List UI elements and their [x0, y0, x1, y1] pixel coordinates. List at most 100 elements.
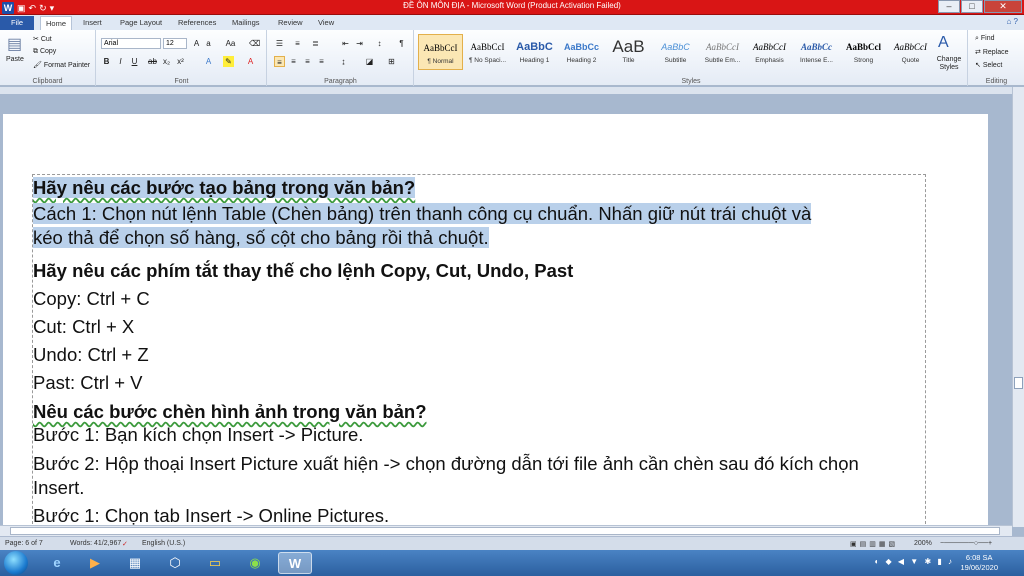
style-title[interactable]: AaB Title [606, 34, 651, 70]
font-group: Arial 12 A a Aa ⌫ B I U ab x₂ x² A ✎ A F… [97, 30, 267, 86]
shortcut-copy: Copy: Ctrl + C [33, 288, 150, 309]
style-intense-emphasis[interactable]: AaBbCc Intense E... [794, 34, 839, 70]
close-button[interactable]: ✕ [984, 0, 1022, 13]
tab-references[interactable]: References [178, 16, 216, 30]
heading-create-table: Hãy nêu các bước tạo bảng trong văn bản? [33, 177, 416, 198]
multilevel-list-icon[interactable]: ≣ [310, 38, 321, 49]
brush-icon: 🖌 [33, 62, 44, 69]
sort-icon[interactable]: ↕ [374, 38, 385, 49]
bullets-icon[interactable]: ☰ [274, 38, 285, 49]
maximize-button[interactable]: □ [961, 0, 983, 13]
style-subtitle[interactable]: AaBbC Subtitle [653, 34, 698, 70]
internet-explorer-icon[interactable]: e [40, 552, 74, 574]
style-normal[interactable]: AaBbCcI ¶ Normal [418, 34, 463, 70]
file-explorer-icon[interactable]: ▭ [198, 552, 232, 574]
zoom-level[interactable]: 200% [914, 540, 932, 547]
tab-page-layout[interactable]: Page Layout [120, 16, 162, 30]
font-color-icon[interactable]: A [245, 56, 256, 67]
grow-font-icon[interactable]: A [191, 38, 202, 49]
replace-button[interactable]: ⇄ Replace [975, 48, 1009, 56]
borders-icon[interactable]: ⊞ [386, 56, 397, 67]
tab-file[interactable]: File [0, 16, 34, 30]
scissors-icon: ✂ [33, 36, 41, 43]
language-indicator[interactable]: English (U.S.) [142, 540, 185, 547]
help-icon[interactable]: ⌂ ? [1006, 17, 1018, 26]
paragraph-step1: Bước 1: Bạn kích chọn Insert -> Picture. [33, 424, 364, 445]
justify-icon[interactable]: ≡ [316, 56, 327, 67]
text-effects-icon[interactable]: A [203, 56, 214, 67]
tab-mailings[interactable]: Mailings [232, 16, 260, 30]
paragraph-table-line1: Cách 1: Chọn nút lệnh Table (Chèn bảng) … [33, 203, 812, 224]
status-bar: Page: 6 of 7 Words: 41/2,967 ✓ English (… [0, 536, 1024, 550]
style-no-spacing[interactable]: AaBbCcI ¶ No Spaci... [465, 34, 510, 70]
align-left-icon[interactable]: ≡ [274, 56, 285, 67]
paste-icon[interactable]: ▤ [7, 34, 22, 54]
paste-button[interactable]: Paste [6, 56, 24, 63]
vertical-scroll-thumb[interactable] [1014, 377, 1023, 389]
view-buttons-icon[interactable]: ▣▤▥▦▧ [850, 540, 898, 548]
word-count[interactable]: Words: 41/2,967 [70, 540, 121, 547]
font-name-box[interactable]: Arial [101, 38, 161, 49]
bold-icon[interactable]: B [101, 56, 112, 67]
clear-format-icon[interactable]: ⌫ [249, 38, 260, 49]
vertical-scrollbar[interactable] [1012, 87, 1024, 527]
tab-home[interactable]: Home [40, 16, 72, 30]
media-player-icon[interactable]: ▶ [78, 552, 112, 574]
network-app-icon[interactable]: ▦ [118, 552, 152, 574]
line-spacing-icon[interactable]: ↨ [338, 56, 349, 67]
minimize-button[interactable]: – [938, 0, 960, 13]
align-center-icon[interactable]: ≡ [288, 56, 299, 67]
style-emphasis[interactable]: AaBbCcI Emphasis [747, 34, 792, 70]
decrease-indent-icon[interactable]: ⇤ [340, 38, 351, 49]
change-styles-icon[interactable]: A [938, 34, 949, 52]
horizontal-scrollbar[interactable] [0, 525, 1012, 536]
tab-view[interactable]: View [318, 16, 334, 30]
shrink-font-icon[interactable]: a [203, 38, 214, 49]
style-quote[interactable]: AaBbCcI Quote [888, 34, 933, 70]
numbering-icon[interactable]: ≡ [292, 38, 303, 49]
change-case-icon[interactable]: Aa [225, 38, 236, 49]
italic-icon[interactable]: I [115, 56, 126, 67]
select-button[interactable]: ↖ Select [975, 61, 1002, 69]
app-icon[interactable]: ⬡ [158, 552, 192, 574]
cut-button[interactable]: ✂ Cut [33, 35, 52, 43]
clock-date: 19/06/2020 [960, 563, 998, 572]
increase-indent-icon[interactable]: ⇥ [354, 38, 365, 49]
editing-label: Editing [985, 78, 1008, 85]
window-title: ĐỀ ÔN MÔN ĐỊA - Microsoft Word (Product … [403, 1, 621, 10]
align-right-icon[interactable]: ≡ [302, 56, 313, 67]
heading-shortcuts: Hãy nêu các phím tắt thay thế cho lệnh C… [33, 260, 574, 281]
system-tray-icons[interactable]: ◐ ◆ ◀ ▼ ✱ ▮ ♪ [875, 557, 955, 566]
word-taskbar-icon[interactable]: W [278, 552, 312, 574]
start-button-icon[interactable] [4, 551, 28, 575]
underline-icon[interactable]: U [129, 56, 140, 67]
tab-review[interactable]: Review [278, 16, 303, 30]
superscript-icon[interactable]: x² [175, 56, 186, 67]
title-bar: W ▣ ↶ ↻ ▾ ĐỀ ÔN MÔN ĐỊA - Microsoft Word… [0, 0, 1024, 15]
ribbon: ▤ Paste ✂ Cut ⧉ Copy 🖌 Format Painter Cl… [0, 30, 1024, 86]
tab-insert[interactable]: Insert [83, 16, 102, 30]
page-indicator[interactable]: Page: 6 of 7 [5, 540, 43, 547]
horizontal-scroll-thumb[interactable] [10, 527, 1000, 535]
copy-button[interactable]: ⧉ Copy [33, 48, 56, 56]
font-size-box[interactable]: 12 [163, 38, 187, 49]
subscript-icon[interactable]: x₂ [161, 56, 172, 67]
change-styles-button[interactable]: Change Styles [932, 56, 966, 72]
show-formatting-icon[interactable]: ¶ [396, 38, 407, 49]
style-heading-1[interactable]: AaBbC Heading 1 [512, 34, 557, 70]
proofing-icon[interactable]: ✓ [122, 540, 128, 548]
clock[interactable]: 6:08 SA 19/06/2020 [960, 553, 998, 573]
style-heading-2[interactable]: AaBbCc Heading 2 [559, 34, 604, 70]
find-button[interactable]: ⌕ Find [975, 35, 995, 43]
clipboard-group: ▤ Paste ✂ Cut ⧉ Copy 🖌 Format Painter Cl… [0, 30, 96, 86]
style-subtle-emphasis[interactable]: AaBbCcI Subtle Em... [700, 34, 745, 70]
strikethrough-icon[interactable]: ab [147, 56, 158, 67]
shading-icon[interactable]: ◪ [364, 56, 375, 67]
browser-icon[interactable]: ◉ [238, 552, 272, 574]
paragraph-group: ☰ ≡ ≣ ⇤ ⇥ ↕ ¶ ≡ ≡ ≡ ≡ ↨ ◪ ⊞ Paragraph [268, 30, 414, 86]
format-painter-button[interactable]: 🖌 Format Painter [33, 61, 90, 69]
font-label: Font [174, 78, 189, 85]
highlight-icon[interactable]: ✎ [223, 56, 234, 67]
style-strong[interactable]: AaBbCcl Strong [841, 34, 886, 70]
zoom-slider[interactable]: −──────○──+ [940, 540, 992, 547]
